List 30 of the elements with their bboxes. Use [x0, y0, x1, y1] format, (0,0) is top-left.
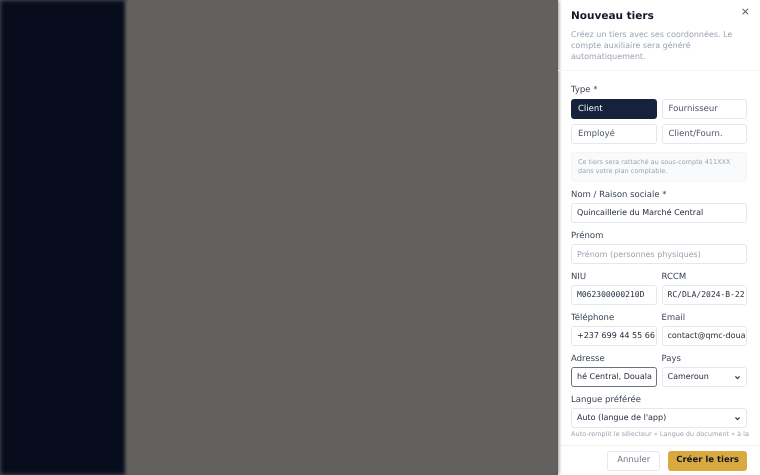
chevron-down-icon [734, 414, 741, 422]
panel-title: Nouveau tiers [571, 9, 654, 24]
select-field[interactable]: Auto (langue de l'app) [571, 408, 747, 428]
type-option[interactable]: Client/Fourn. [662, 124, 747, 144]
input-field[interactable]: Quincaillerie du Marché Central [571, 203, 747, 223]
type-option[interactable]: Employé [571, 124, 656, 144]
type-option[interactable]: Client [571, 99, 656, 119]
field-label: RCCM [662, 272, 688, 282]
field-label: Pays [662, 354, 682, 364]
input-field[interactable]: M062300000210D [571, 285, 656, 305]
input-field[interactable]: Prénom (personnes physiques) [571, 244, 747, 264]
panel-description: Créez un tiers avec ses coordonnées. Le compte auxiliaire sera généré automatiquement. [571, 29, 734, 62]
field-label: Nom / Raison sociale * [571, 190, 668, 200]
field-label: Prénom [571, 231, 604, 241]
select-field[interactable]: Cameroun [662, 367, 747, 387]
field-label: Langue préférée [571, 395, 642, 405]
field-label: Adresse [571, 354, 606, 364]
input-field[interactable]: +237 699 44 55 66 [571, 326, 656, 346]
close-button[interactable]: × [740, 6, 750, 17]
field-label: Email [662, 313, 686, 323]
field-label: Téléphone [571, 313, 616, 323]
type-option[interactable]: Fournisseur [662, 99, 747, 119]
input-field[interactable]: contact@qmc-doua [662, 326, 747, 346]
field-label: Type * [571, 85, 598, 95]
input-field[interactable]: RC/DLA/2024-B-22 [662, 285, 747, 305]
chevron-down-icon [734, 374, 741, 380]
field-label: NIU [571, 272, 588, 282]
create-button[interactable]: Créer le tiers [668, 450, 747, 470]
input-field[interactable]: hé Central, Douala [571, 367, 656, 387]
cancel-button[interactable]: Annuler [607, 450, 660, 470]
